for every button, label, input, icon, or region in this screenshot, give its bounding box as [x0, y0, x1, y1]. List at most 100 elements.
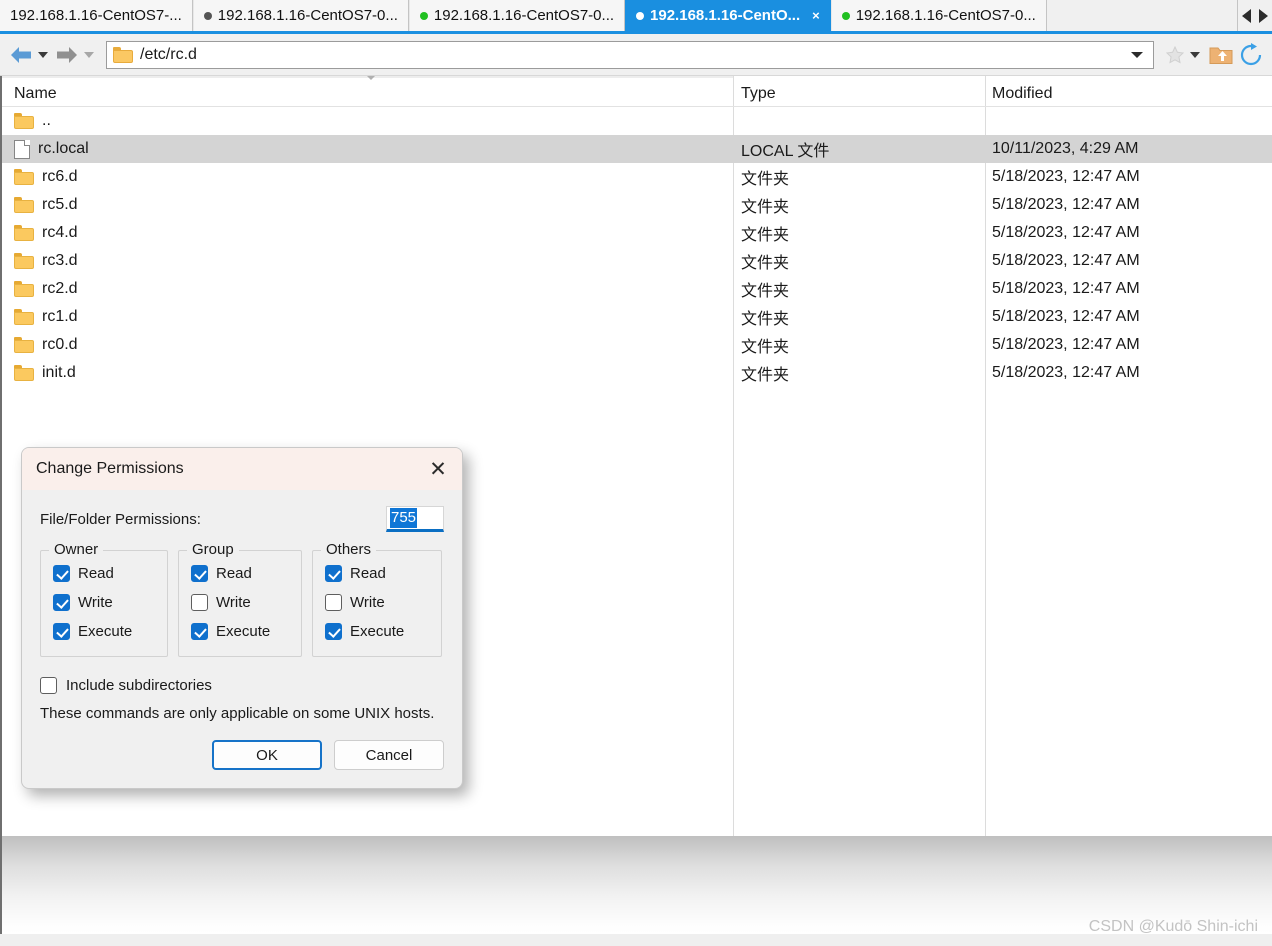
group-read-row[interactable]: Read	[191, 559, 289, 588]
address-bar[interactable]: /etc/rc.d	[106, 40, 1154, 69]
owner-execute-row[interactable]: Execute	[53, 617, 155, 646]
file-name-cell: rc.local	[2, 139, 733, 159]
others-write-row[interactable]: Write	[325, 588, 429, 617]
group-write-row[interactable]: Write	[191, 588, 289, 617]
others-read-row[interactable]: Read	[325, 559, 429, 588]
checkbox-others-read[interactable]	[325, 565, 342, 582]
file-name-cell: rc1.d	[2, 308, 733, 326]
column-header-name[interactable]: Name	[2, 85, 733, 106]
file-name: rc.local	[38, 140, 89, 157]
table-row[interactable]: rc5.d 文件夹 5/18/2023, 12:47 AM	[2, 191, 1272, 219]
permissions-value: 755	[390, 508, 418, 528]
checkbox-label: Write	[78, 594, 113, 611]
folder-icon	[14, 337, 34, 353]
table-row[interactable]: rc.local LOCAL 文件 10/11/2023, 4:29 AM	[2, 135, 1272, 163]
file-modified: 5/18/2023, 12:47 AM	[992, 364, 1140, 381]
checkbox-label: Read	[78, 565, 114, 582]
file-type: 文件夹	[741, 339, 790, 356]
close-icon[interactable]: ✕	[424, 455, 452, 483]
refresh-button[interactable]	[1236, 41, 1266, 69]
back-button[interactable]	[8, 44, 34, 66]
permissions-label: File/Folder Permissions:	[40, 510, 201, 528]
checkbox-group-write[interactable]	[191, 594, 208, 611]
permission-group-others: Others Read Write Execute	[312, 541, 442, 657]
checkbox-group-execute[interactable]	[191, 623, 208, 640]
ok-button[interactable]: OK	[212, 740, 322, 771]
tab-2[interactable]: 192.168.1.16-CentOS7-0...	[408, 0, 626, 31]
navigation-toolbar: /etc/rc.d	[0, 34, 1272, 76]
checkbox-owner-read[interactable]	[53, 565, 70, 582]
folder-icon	[14, 225, 34, 241]
table-row[interactable]: rc6.d 文件夹 5/18/2023, 12:47 AM	[2, 163, 1272, 191]
file-name: rc4.d	[42, 224, 78, 241]
owner-read-row[interactable]: Read	[53, 559, 155, 588]
session-status-dot-icon	[636, 11, 645, 20]
file-modified: 5/18/2023, 12:47 AM	[992, 168, 1140, 185]
favorites-button[interactable]	[1160, 41, 1190, 69]
checkbox-include-subdirectories[interactable]	[40, 677, 57, 694]
tab-0[interactable]: 192.168.1.16-CentOS7-...	[0, 0, 193, 31]
tab-3-active[interactable]: 192.168.1.16-CentO... ×	[625, 0, 831, 31]
sort-descending-icon	[365, 76, 377, 80]
dialog-title: Change Permissions	[36, 460, 184, 477]
file-modified: 5/18/2023, 12:47 AM	[992, 280, 1140, 297]
file-name-cell: rc2.d	[2, 280, 733, 298]
column-header-modified[interactable]: Modified	[985, 85, 1272, 106]
checkbox-owner-write[interactable]	[53, 594, 70, 611]
parent-directory-button[interactable]	[1206, 41, 1236, 69]
tab-4[interactable]: 192.168.1.16-CentOS7-0...	[830, 0, 1047, 31]
checkbox-owner-execute[interactable]	[53, 623, 70, 640]
address-dropdown-icon[interactable]	[1131, 51, 1143, 58]
folder-icon	[14, 253, 34, 269]
address-input[interactable]: /etc/rc.d	[140, 46, 1131, 64]
group-execute-row[interactable]: Execute	[191, 617, 289, 646]
table-row[interactable]: rc0.d 文件夹 5/18/2023, 12:47 AM	[2, 331, 1272, 359]
cancel-button[interactable]: Cancel	[334, 740, 444, 771]
file-type: 文件夹	[741, 311, 790, 328]
file-name-cell: rc3.d	[2, 252, 733, 270]
folder-icon	[14, 113, 34, 129]
dialog-note: These commands are only applicable on so…	[40, 705, 435, 722]
table-row[interactable]: init.d 文件夹 5/18/2023, 12:47 AM	[2, 359, 1272, 387]
tab-label: 192.168.1.16-CentOS7-0...	[217, 7, 398, 24]
checkbox-label: Write	[350, 594, 385, 611]
column-header-type[interactable]: Type	[733, 85, 985, 106]
tab-1[interactable]: 192.168.1.16-CentOS7-0...	[192, 0, 409, 31]
back-history-dropdown-icon[interactable]	[38, 51, 48, 58]
session-status-dot-icon	[203, 11, 212, 20]
checkbox-group-read[interactable]	[191, 565, 208, 582]
table-row[interactable]: rc3.d 文件夹 5/18/2023, 12:47 AM	[2, 247, 1272, 275]
scroll-left-icon[interactable]	[1242, 8, 1251, 23]
group-legend: Others	[321, 541, 377, 558]
file-name-cell: init.d	[2, 364, 733, 382]
file-name: rc3.d	[42, 252, 78, 269]
table-row[interactable]: rc1.d 文件夹 5/18/2023, 12:47 AM	[2, 303, 1272, 331]
table-row[interactable]: ..	[2, 107, 1272, 135]
include-subdirectories-row[interactable]: Include subdirectories	[40, 677, 444, 694]
owner-write-row[interactable]: Write	[53, 588, 155, 617]
forward-button[interactable]	[54, 44, 80, 66]
file-name-cell: rc5.d	[2, 196, 733, 214]
checkbox-label: Execute	[78, 623, 133, 640]
permission-groups: Owner Read Write Execute Group Read Writ…	[40, 541, 444, 657]
file-list-header: Name Type Modified	[2, 76, 1272, 107]
favorites-dropdown-icon[interactable]	[1190, 51, 1200, 58]
dialog-button-row: OK Cancel	[40, 740, 444, 774]
permissions-field-row: File/Folder Permissions: 755	[40, 506, 444, 532]
checkbox-others-write[interactable]	[325, 594, 342, 611]
checkbox-others-execute[interactable]	[325, 623, 342, 640]
close-tab-icon[interactable]: ×	[812, 9, 820, 22]
forward-history-dropdown-icon[interactable]	[84, 51, 94, 58]
file-type: LOCAL 文件	[741, 143, 830, 160]
tab-label: 192.168.1.16-CentOS7-...	[10, 7, 182, 24]
table-row[interactable]: rc4.d 文件夹 5/18/2023, 12:47 AM	[2, 219, 1272, 247]
scroll-right-icon[interactable]	[1259, 8, 1268, 23]
session-status-dot-icon	[841, 11, 850, 20]
permissions-input[interactable]: 755	[386, 506, 444, 532]
file-type: 文件夹	[741, 227, 790, 244]
folder-icon	[14, 309, 34, 325]
file-type: 文件夹	[741, 367, 790, 384]
change-permissions-dialog: Change Permissions ✕ File/Folder Permiss…	[21, 447, 463, 790]
others-execute-row[interactable]: Execute	[325, 617, 429, 646]
table-row[interactable]: rc2.d 文件夹 5/18/2023, 12:47 AM	[2, 275, 1272, 303]
